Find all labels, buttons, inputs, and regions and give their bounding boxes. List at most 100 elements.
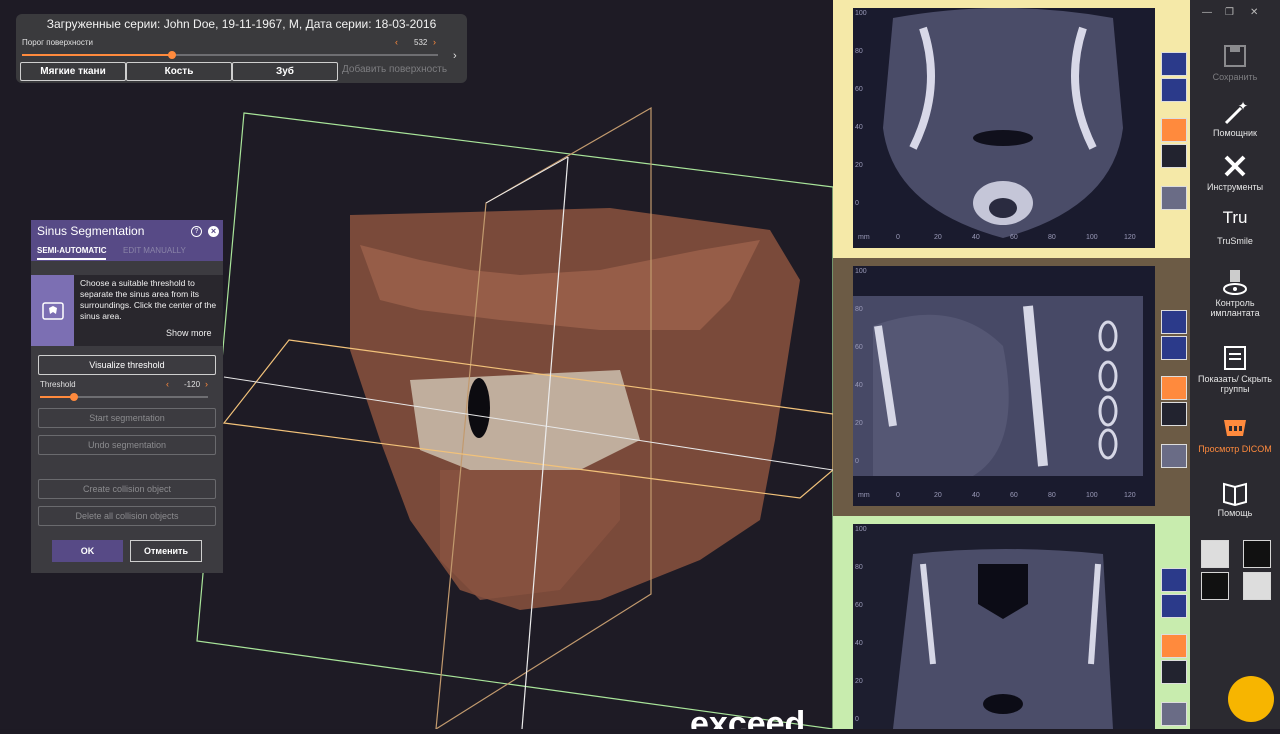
layer-list-icon[interactable] (1161, 568, 1187, 592)
layout-three-icon[interactable] (1201, 572, 1229, 600)
surface-threshold-slider[interactable] (22, 51, 438, 59)
chevron-right-icon[interactable]: › (453, 50, 457, 62)
implant-control-button[interactable]: Контроль имплантата (1190, 268, 1280, 318)
ruler-x-label: mm (858, 492, 870, 499)
show-hide-groups-label: Показать/ Скрыть группы (1198, 374, 1272, 394)
sinus-threshold-decrease-icon[interactable]: ‹ (166, 379, 169, 389)
ruler-y-label: 0 (855, 458, 859, 465)
sagittal-image[interactable] (853, 266, 1155, 506)
sinus-threshold-label: Threshold (40, 380, 76, 389)
ruler-y-label: 40 (855, 124, 863, 131)
ruler-y-label: 100 (855, 268, 867, 275)
tooth-button[interactable]: Зуб (232, 62, 338, 81)
ruler-x-label: 120 (1124, 234, 1136, 241)
close-icon[interactable]: × (208, 226, 219, 237)
orange-view-icon[interactable] (1161, 118, 1187, 142)
preview-icon[interactable] (1161, 702, 1187, 726)
axial-slice-view[interactable]: 100 80 60 40 20 0 mm 0 20 40 60 80 100 120 (833, 0, 1190, 258)
dark-view-icon[interactable] (1161, 402, 1187, 426)
view-toggle-icon[interactable] (1161, 336, 1187, 360)
help-label: Помощь (1217, 508, 1253, 518)
ruler-x-label: 20 (934, 492, 942, 499)
show-more-link[interactable]: Show more (166, 328, 212, 338)
start-segmentation-button[interactable]: Start segmentation (38, 408, 216, 428)
ruler-x-label: 20 (934, 234, 942, 241)
view-toggle-icon[interactable] (1161, 594, 1187, 618)
trusmile-label: TruSmile (1217, 236, 1253, 246)
add-surface-button[interactable]: Добавить поверхность (342, 64, 447, 75)
ruler-x-label: 80 (1048, 234, 1056, 241)
layout-single-icon[interactable] (1243, 540, 1271, 568)
watermark-text: exceed (690, 705, 805, 729)
implant-control-label: Контроль имплантата (1210, 298, 1260, 318)
restore-icon[interactable]: ❐ (1225, 7, 1234, 18)
create-collision-button[interactable]: Create collision object (38, 479, 216, 499)
sinus-header: Sinus Segmentation ? × SEMI-AUTOMATIC ED… (31, 220, 223, 261)
ruler-x-label: 80 (1048, 492, 1056, 499)
orange-view-icon[interactable] (1161, 634, 1187, 658)
sinus-threshold-value[interactable]: -120 (184, 380, 200, 389)
slider-fill (22, 54, 172, 56)
delete-collision-button[interactable]: Delete all collision objects (38, 506, 216, 526)
minimize-icon[interactable]: — (1202, 7, 1212, 18)
ruler-x-label: 40 (972, 234, 980, 241)
threshold-increase-icon[interactable]: › (433, 37, 436, 47)
slider-handle[interactable] (168, 51, 176, 59)
ruler-y-label: 40 (855, 382, 863, 389)
ruler-y-label: 80 (855, 48, 863, 55)
layout-four-icon[interactable] (1243, 572, 1271, 600)
coronal-slice-view[interactable]: 100 80 60 40 20 0 (833, 516, 1190, 729)
slider-fill (40, 396, 74, 398)
help-icon[interactable]: ? (191, 226, 202, 237)
help-button[interactable]: Помощь (1190, 478, 1280, 518)
preview-icon[interactable] (1161, 186, 1187, 210)
coronal-image[interactable] (853, 524, 1155, 729)
threshold-decrease-icon[interactable]: ‹ (395, 37, 398, 47)
dicom-jaw-icon (1224, 420, 1246, 436)
show-hide-groups-button[interactable]: Показать/ Скрыть группы (1190, 344, 1280, 394)
axial-image[interactable] (853, 8, 1155, 248)
ruler-y-label: 20 (855, 420, 863, 427)
soft-tissue-button[interactable]: Мягкие ткани (20, 62, 126, 81)
sinus-threshold-increase-icon[interactable]: › (205, 379, 208, 389)
sagittal-slice-view[interactable]: 100 80 60 40 20 0 mm 0 20 40 60 80 100 120 (833, 258, 1190, 516)
ok-button[interactable]: OK (52, 540, 123, 562)
sinus-threshold-slider[interactable] (40, 393, 208, 401)
dicom-view-label: Просмотр DICOM (1198, 444, 1272, 454)
sinus-title: Sinus Segmentation (37, 224, 145, 238)
implant-eye-icon (1223, 270, 1247, 295)
ruler-y-label: 40 (855, 640, 863, 647)
layer-list-icon[interactable] (1161, 310, 1187, 334)
cancel-button[interactable]: Отменить (130, 540, 202, 562)
ruler-y-label: 0 (855, 200, 859, 207)
undo-segmentation-button[interactable]: Undo segmentation (38, 435, 216, 455)
window-close-icon[interactable]: ✕ (1250, 7, 1258, 18)
series-title: Загруженные серии: John Doe, 19-11-1967,… (46, 17, 437, 31)
tools-button[interactable]: Инструменты (1190, 152, 1280, 192)
dark-view-icon[interactable] (1161, 144, 1187, 168)
orange-view-icon[interactable] (1161, 376, 1187, 400)
layer-list-icon[interactable] (1161, 52, 1187, 76)
groups-list-icon (1224, 346, 1246, 370)
trusmile-button[interactable]: Tru TruSmile (1190, 208, 1280, 246)
chat-widget-icon[interactable] (1228, 676, 1274, 722)
ruler-y-label: 100 (855, 526, 867, 533)
save-button[interactable]: Сохранить (1190, 42, 1280, 82)
tab-semi-automatic[interactable]: SEMI-AUTOMATIC (37, 246, 107, 260)
assistant-button[interactable]: ✦ Помощник (1190, 98, 1280, 138)
ruler-y-label: 20 (855, 678, 863, 685)
slider-handle[interactable] (70, 393, 78, 401)
tab-edit-manually[interactable]: EDIT MANUALLY (123, 246, 186, 255)
layout-2x2-icon[interactable] (1201, 540, 1229, 568)
preview-icon[interactable] (1161, 444, 1187, 468)
visualize-threshold-button[interactable]: Visualize threshold (38, 355, 216, 375)
info-box: Choose a suitable threshold to separate … (31, 275, 223, 346)
bone-button[interactable]: Кость (126, 62, 232, 81)
surface-threshold-value[interactable]: 532 (414, 38, 427, 47)
tools-icon (1224, 155, 1246, 177)
view-toggle-icon[interactable] (1161, 78, 1187, 102)
dark-view-icon[interactable] (1161, 660, 1187, 684)
ruler-y-label: 100 (855, 10, 867, 17)
dicom-view-button[interactable]: Просмотр DICOM (1190, 414, 1280, 454)
surface-panel: Загруженные серии: John Doe, 19-11-1967,… (16, 14, 467, 83)
